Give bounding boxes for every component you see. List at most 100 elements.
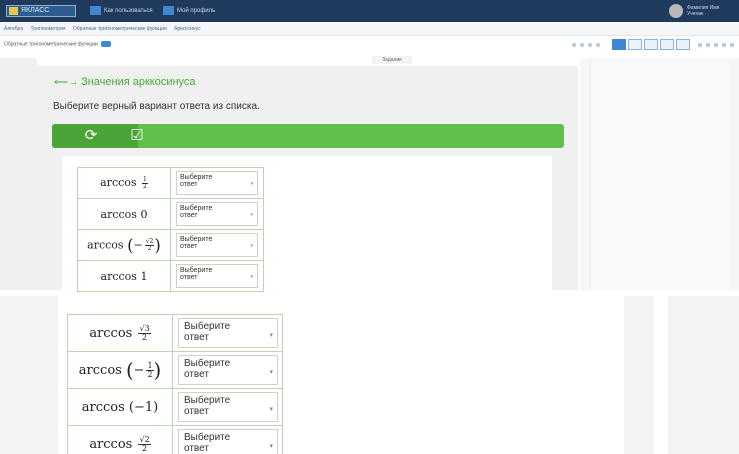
table-row: arccos (− √2 2) Выберите ответ ▾: [77, 229, 264, 261]
breadcrumb-item[interactable]: Обратные тригонометрические функции: [73, 26, 167, 32]
side-panel: [590, 58, 730, 290]
function-name: arccos: [87, 238, 128, 251]
select-placeholder-line2: ответ: [184, 331, 209, 343]
left-margin: [0, 58, 37, 290]
select-placeholder-line2: ответ: [180, 274, 198, 282]
chevron-down-icon: ▾: [250, 242, 253, 249]
fraction: √3 2: [138, 324, 151, 342]
user-info[interactable]: Фамилия Имя Ученик: [687, 5, 737, 17]
logo-icon: [9, 7, 18, 15]
select-placeholder-line1: Выберите: [180, 205, 213, 212]
function-name: arccos: [89, 436, 137, 452]
pager-dot[interactable]: [580, 43, 584, 47]
function-name: arccos: [100, 176, 141, 190]
zoom-side-panel: [668, 296, 739, 454]
select-placeholder-line2: ответ: [180, 243, 198, 251]
breadcrumb-item[interactable]: Тригонометрия: [31, 26, 66, 32]
table-row: arccos (− 1 2) Выберите ответ ▾: [67, 351, 283, 389]
answer-select[interactable]: Выберите ответ ▾: [176, 171, 258, 195]
table-row: arccos √3 2 Выберите ответ ▾: [67, 314, 283, 352]
chevron-down-icon: ▾: [250, 211, 253, 218]
pager-dot[interactable]: [730, 43, 734, 47]
answer-cell: Выберите ответ ▾: [172, 314, 283, 352]
avatar[interactable]: [669, 4, 683, 18]
pager-dot[interactable]: [722, 43, 726, 47]
answer-select[interactable]: Выберите ответ ▾: [178, 429, 278, 454]
expression-cell: arccos (− √2 2): [77, 229, 171, 261]
arrows-icon: ⟵→: [54, 77, 79, 88]
fraction-denominator: 2: [147, 244, 152, 252]
fraction-denominator: 2: [142, 443, 148, 453]
fraction-denominator: 2: [143, 182, 147, 190]
function-name: arccos: [100, 207, 141, 221]
fraction: 12: [142, 176, 148, 190]
select-placeholder-line2: ответ: [184, 405, 209, 417]
answer-cell: Выберите ответ ▾: [172, 425, 283, 454]
breadcrumb-item[interactable]: Алгебра: [4, 26, 23, 32]
function-name: arccos: [100, 269, 141, 283]
pager-dot[interactable]: [698, 43, 702, 47]
refresh-icon[interactable]: ⟳: [82, 127, 100, 145]
pager-item[interactable]: [628, 39, 642, 50]
zoom-gap: [654, 296, 668, 454]
expression-cell: arccos √2 2: [67, 425, 173, 454]
answer-select[interactable]: Выберите ответ ▾: [176, 264, 258, 288]
function-name: arccos: [81, 399, 129, 415]
answer-select[interactable]: Выберите ответ ▾: [176, 233, 258, 257]
fraction: √2 2: [144, 238, 155, 252]
topic-path[interactable]: Обратные тригонометрические функции: [4, 41, 112, 47]
chevron-down-icon: ▾: [269, 405, 273, 413]
answer-select[interactable]: Выберите ответ ▾: [178, 318, 278, 348]
select-placeholder-line1: Выберите: [184, 358, 231, 369]
site-logo[interactable]: ЯКЛАСС: [6, 5, 76, 17]
answer-select[interactable]: Выберите ответ ▾: [176, 202, 258, 226]
check-icon[interactable]: ☑: [128, 127, 146, 145]
select-placeholder-line2: ответ: [184, 442, 209, 454]
nav-link-profile-label: Мой профиль: [177, 8, 216, 14]
pager-dot[interactable]: [596, 43, 600, 47]
nav-link-help[interactable]: Как пользоваться: [90, 6, 153, 16]
paren-open: (: [125, 358, 134, 382]
answer-table-lower: arccos √3 2 Выберите ответ ▾ arccos (− 1 2) Выбе…: [67, 314, 283, 454]
answer-cell: Выберите ответ ▾: [170, 229, 264, 261]
chevron-down-icon: ▾: [269, 331, 273, 339]
profile-icon: [163, 6, 174, 15]
argument: 1: [140, 269, 148, 283]
fraction-denominator: 2: [147, 369, 153, 379]
answer-select[interactable]: Выберите ответ ▾: [178, 392, 278, 422]
answer-table-upper: arccos 1 2 Выберите ответ ▾ arccos 0 Выберите о…: [77, 167, 264, 292]
chevron-down-icon: ▾: [269, 442, 273, 450]
task-title-text: Значения арккосинуса: [81, 76, 196, 88]
fraction: 12: [146, 361, 154, 379]
select-placeholder-line1: Выберите: [184, 321, 231, 332]
select-placeholder-line1: Выберите: [180, 174, 213, 181]
argument: 0: [140, 207, 148, 221]
paren-close: ): [154, 235, 161, 255]
pager-item[interactable]: [660, 39, 674, 50]
pager-item[interactable]: [644, 39, 658, 50]
pager-item-active[interactable]: [612, 39, 626, 50]
select-placeholder-line1: Выберите: [184, 395, 231, 406]
pager-item[interactable]: [676, 39, 690, 50]
nav-link-profile[interactable]: Мой профиль: [163, 6, 215, 16]
select-placeholder-line1: Выберите: [180, 236, 213, 243]
chevron-down-icon: ▾: [250, 273, 253, 280]
table-row: arccos √2 2 Выберите ответ ▾: [67, 425, 283, 454]
breadcrumb: Алгебра Тригонометрия Обратные тригономе…: [0, 22, 739, 36]
answer-cell: Выберите ответ ▾: [170, 260, 264, 292]
answer-cell: Выберите ответ ▾: [172, 351, 283, 389]
answer-select[interactable]: Выберите ответ ▾: [178, 355, 278, 385]
topic-toggle-icon[interactable]: [101, 41, 112, 47]
pager-dot[interactable]: [588, 43, 592, 47]
select-placeholder-line1: Выберите: [180, 267, 213, 274]
task-tab-label: Задание: [372, 56, 412, 64]
breadcrumb-item[interactable]: Арккосинус: [174, 26, 200, 32]
expression-cell: arccos 12: [77, 167, 171, 199]
pager-dot[interactable]: [572, 43, 576, 47]
nav-link-help-label: Как пользоваться: [104, 8, 153, 14]
answer-cell: Выберите ответ ▾: [170, 167, 264, 199]
expression-cell: arccos √3 2: [67, 314, 173, 352]
pager-dot[interactable]: [706, 43, 710, 47]
pager-dot[interactable]: [714, 43, 718, 47]
answer-cell: Выберите ответ ▾: [172, 388, 283, 426]
